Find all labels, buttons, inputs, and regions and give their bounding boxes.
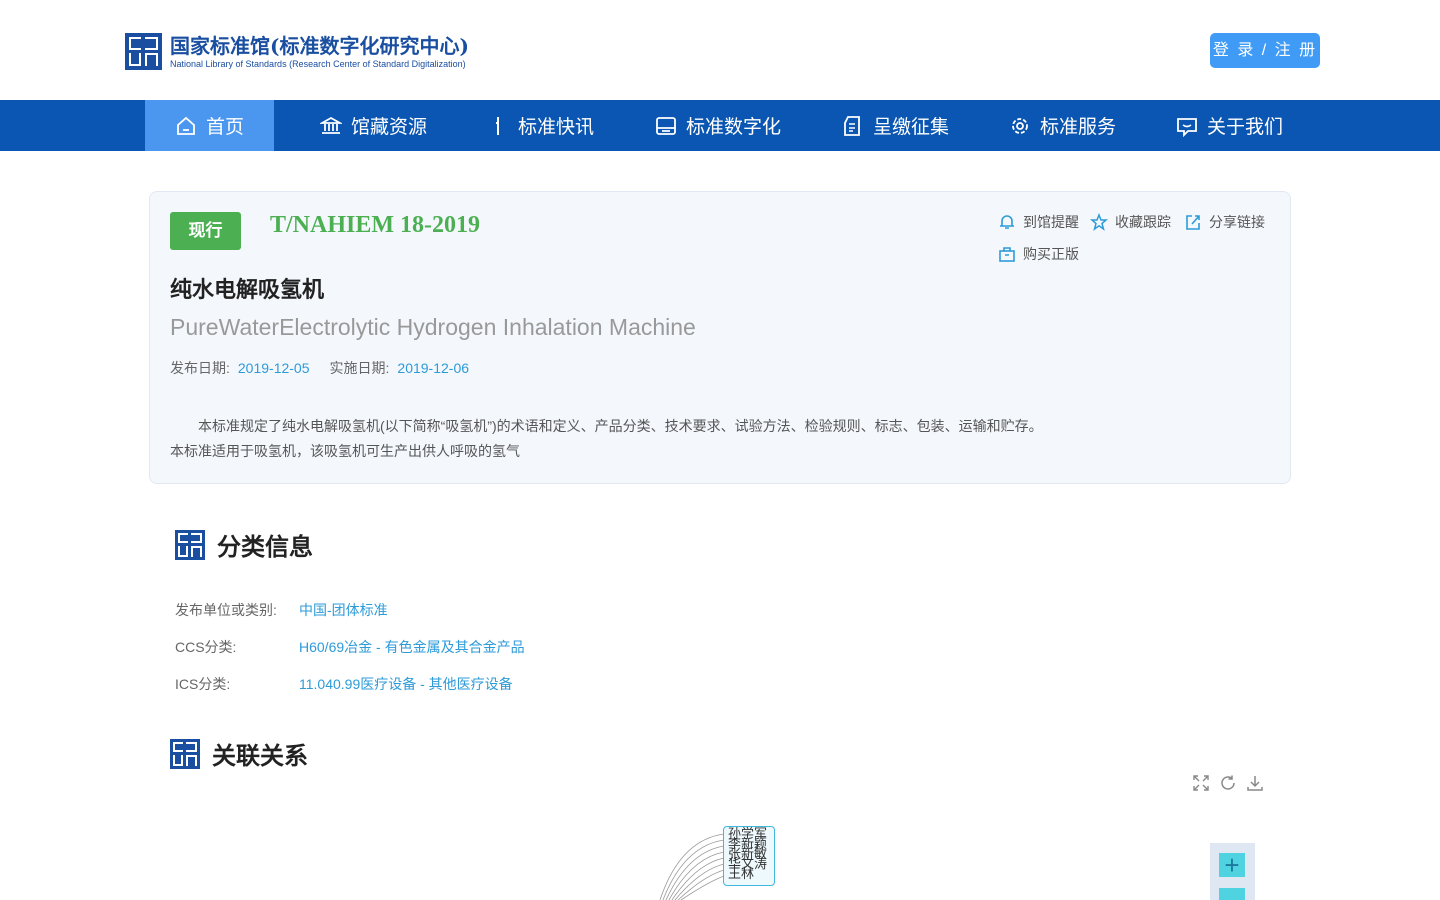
fullscreen-icon[interactable] bbox=[1191, 773, 1211, 793]
nav-label-digital: 标准数字化 bbox=[686, 117, 782, 138]
description-line-2: 本标准适用于吸氢机，该吸氢机可生产出供人呼吸的氢气 bbox=[170, 443, 520, 459]
zoom-panel: + bbox=[1210, 843, 1255, 900]
classification-section-header: 分类信息 bbox=[175, 527, 313, 562]
share-action[interactable]: 分享链接 bbox=[1184, 212, 1265, 232]
buy-action[interactable]: 购买正版 bbox=[998, 244, 1079, 264]
nav-item-service[interactable]: 标准服务 bbox=[1009, 100, 1116, 151]
bell-icon bbox=[1000, 215, 1014, 229]
nav-item-digital[interactable]: 标准数字化 bbox=[655, 100, 781, 151]
download-icon[interactable] bbox=[1245, 773, 1265, 793]
main-nav: 首页 馆藏资源 标准快讯 标准数字化 呈缴征集 标准服务 关于我们 bbox=[0, 100, 1440, 151]
ics-label: ICS分类: bbox=[175, 676, 231, 692]
site-header: 国家标准馆(标准数字化研究中心) National Library of Sta… bbox=[0, 0, 1440, 100]
refresh-icon[interactable] bbox=[1218, 773, 1238, 793]
publish-date-value: 2019-12-05 bbox=[237, 360, 310, 376]
relation-node[interactable]: 孙学军 李新颖 张新敏 华文涛 王林 bbox=[723, 826, 775, 886]
graph-toolbar bbox=[1184, 773, 1265, 793]
standard-title-cn: 纯水电解吸氢机 bbox=[170, 277, 325, 302]
collect-icon bbox=[842, 115, 864, 137]
standard-description: 本标准规定了纯水电解吸氢机(以下简称“吸氢机”)的术语和定义、产品分类、技术要求… bbox=[170, 414, 1270, 464]
track-label: 收藏跟踪 bbox=[1115, 214, 1171, 230]
ics-value[interactable]: 11.040.99医疗设备 - 其他医疗设备 bbox=[299, 674, 513, 694]
nav-item-about[interactable]: 关于我们 bbox=[1176, 100, 1283, 151]
remind-action[interactable]: 到馆提醒 bbox=[998, 212, 1079, 232]
news-icon bbox=[487, 115, 509, 137]
home-icon bbox=[175, 115, 197, 137]
zoom-out-button[interactable] bbox=[1219, 888, 1245, 900]
standard-detail-card: 现行 T/NAHIEM 18-2019 纯水电解吸氢机 PureWaterEle… bbox=[149, 191, 1291, 484]
track-action[interactable]: 收藏跟踪 bbox=[1090, 212, 1171, 232]
nav-label-service: 标准服务 bbox=[1040, 117, 1117, 138]
classification-title: 分类信息 bbox=[217, 534, 313, 561]
logo-mark-icon bbox=[125, 33, 162, 70]
section-logo-icon bbox=[170, 738, 200, 769]
status-badge: 现行 bbox=[170, 212, 241, 250]
nav-item-library[interactable]: 馆藏资源 bbox=[320, 100, 427, 151]
nav-item-news[interactable]: 标准快讯 bbox=[487, 100, 594, 151]
remind-label: 到馆提醒 bbox=[1023, 214, 1079, 230]
description-line-1: 本标准规定了纯水电解吸氢机(以下简称“吸氢机”)的术语和定义、产品分类、技术要求… bbox=[198, 418, 1043, 434]
nav-item-collect[interactable]: 呈缴征集 bbox=[842, 100, 949, 151]
zoom-in-button[interactable]: + bbox=[1219, 852, 1245, 878]
ccs-value[interactable]: H60/69冶金 - 有色金属及其合金产品 bbox=[299, 637, 525, 657]
publisher-label: 发布单位或类别: bbox=[175, 602, 277, 618]
ccs-label: CCS分类: bbox=[175, 639, 237, 655]
digital-icon bbox=[655, 115, 677, 137]
section-logo-icon bbox=[175, 529, 205, 560]
login-register-button[interactable]: 登 录 / 注 册 bbox=[1210, 33, 1320, 68]
relation-graph[interactable]: 孙学军 李新颖 张新敏 华文涛 王林 bbox=[640, 820, 840, 900]
standard-dates: 发布日期: 2019-12-05 实施日期: 2019-12-06 bbox=[170, 358, 489, 378]
logo-title-en: National Library of Standards (Research … bbox=[170, 58, 466, 69]
logo-title-cn: 国家标准馆(标准数字化研究中心) bbox=[170, 33, 469, 58]
bag-icon bbox=[999, 247, 1015, 262]
relations-title: 关联关系 bbox=[212, 743, 308, 770]
effective-date-value: 2019-12-06 bbox=[397, 360, 470, 376]
library-icon bbox=[320, 115, 342, 137]
share-icon bbox=[1186, 215, 1200, 230]
share-label: 分享链接 bbox=[1209, 214, 1265, 230]
service-icon bbox=[1009, 115, 1031, 137]
standard-code: T/NAHIEM 18-2019 bbox=[270, 212, 480, 238]
buy-label: 购买正版 bbox=[1023, 246, 1079, 262]
relations-section-header: 关联关系 bbox=[170, 736, 308, 771]
nav-label-home: 首页 bbox=[205, 117, 244, 138]
standard-title-en: PureWaterElectrolytic Hydrogen Inhalatio… bbox=[170, 314, 696, 340]
nav-label-collect: 呈缴征集 bbox=[873, 117, 950, 138]
effective-date-label: 实施日期: bbox=[329, 360, 390, 376]
star-icon bbox=[1090, 213, 1108, 231]
publisher-value[interactable]: 中国-团体标准 bbox=[299, 600, 388, 620]
nav-item-home[interactable]: 首页 bbox=[145, 100, 274, 151]
nav-label-about: 关于我们 bbox=[1207, 117, 1284, 138]
about-icon bbox=[1176, 115, 1198, 137]
nav-label-news: 标准快讯 bbox=[518, 117, 595, 138]
site-logo[interactable]: 国家标准馆(标准数字化研究中心) National Library of Sta… bbox=[125, 33, 469, 70]
publish-date-label: 发布日期: bbox=[170, 360, 230, 376]
nav-label-library: 馆藏资源 bbox=[351, 117, 428, 138]
